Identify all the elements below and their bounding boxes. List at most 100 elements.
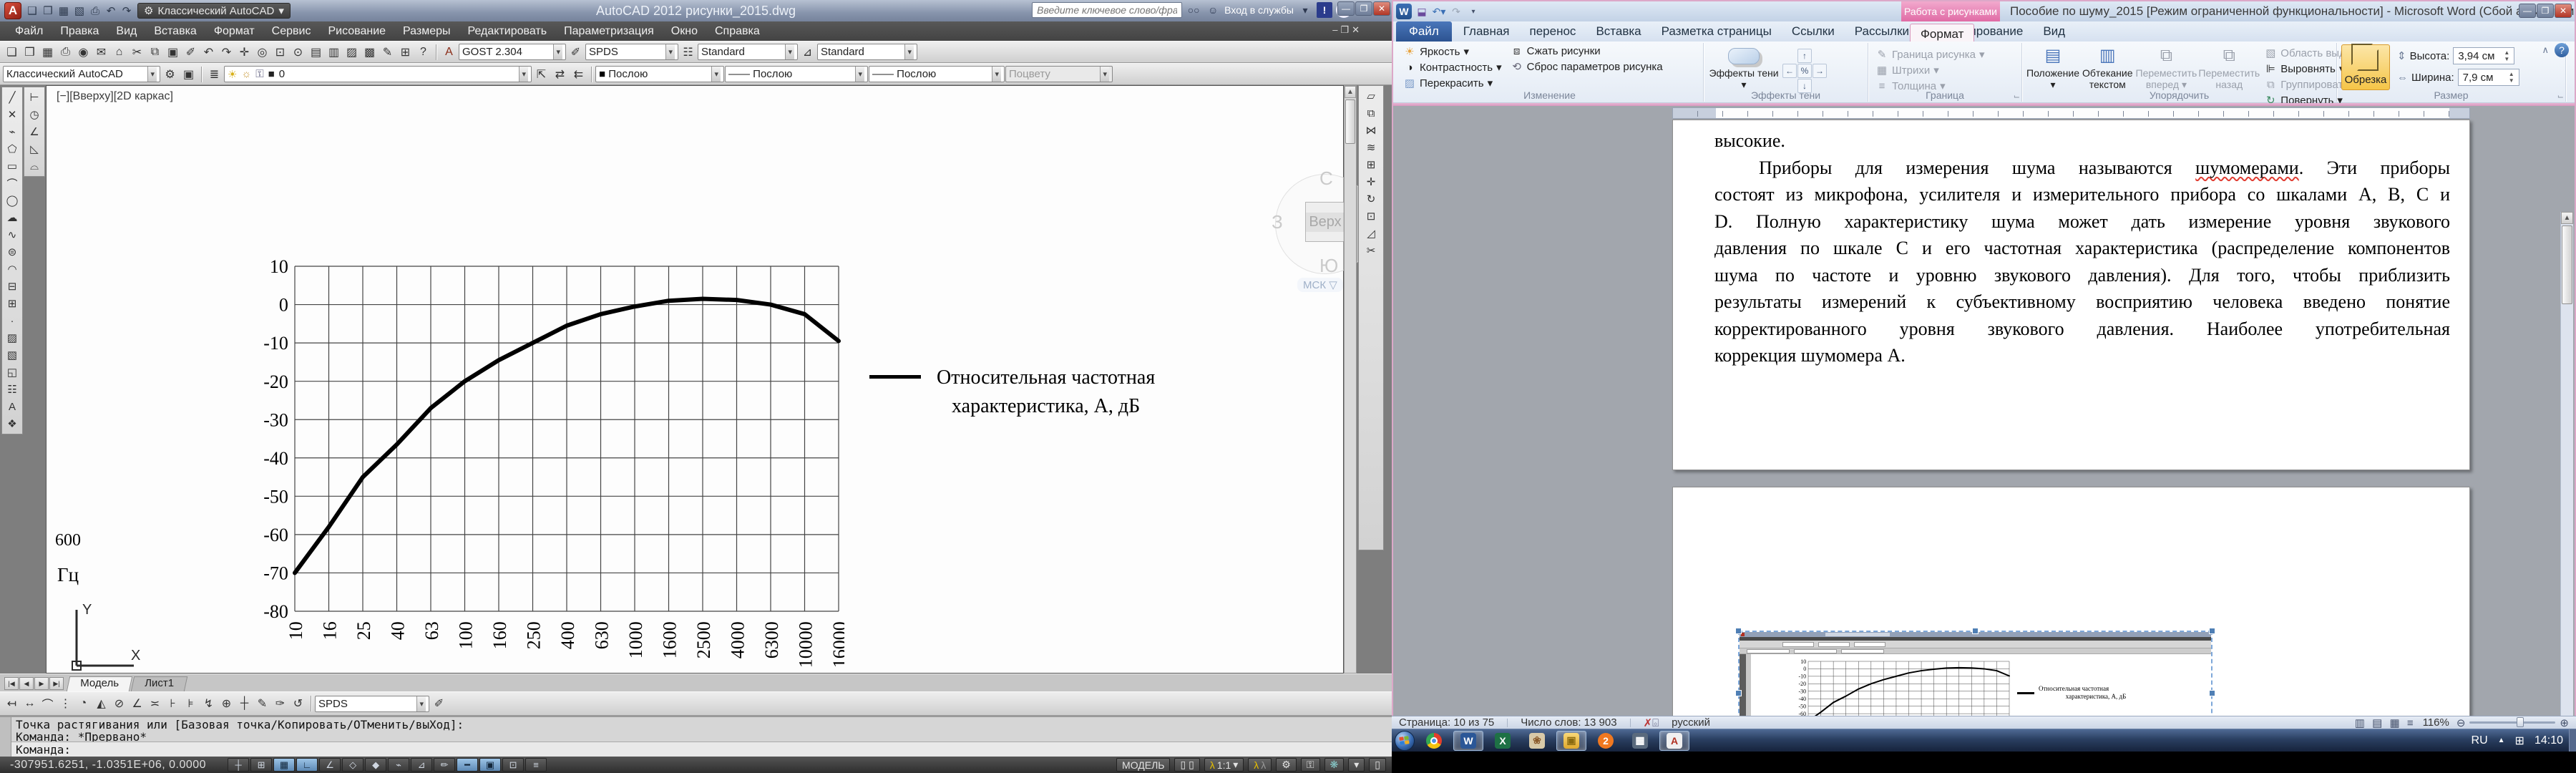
dim-style-combo[interactable]: Standard▾ xyxy=(698,44,798,60)
menu-modify[interactable]: Редактировать xyxy=(460,24,555,39)
taskbar-paint[interactable]: ❀ xyxy=(1522,731,1552,751)
new-icon[interactable]: ❑ xyxy=(24,3,40,19)
table-style-icon[interactable]: ☷ xyxy=(679,43,697,61)
otrack-icon[interactable]: ⌁ xyxy=(388,758,409,772)
color-combo[interactable]: ■ Послою▾ xyxy=(595,66,724,82)
ortho-icon[interactable]: ∟ xyxy=(296,758,318,772)
workspace-switcher[interactable]: ⚙ Классический AutoCAD ▾ xyxy=(137,3,291,19)
make-layer-current-icon[interactable]: ⇱ xyxy=(532,65,550,83)
selection-handle[interactable] xyxy=(2209,628,2215,634)
taskbar-2gis[interactable]: 2 xyxy=(1591,731,1621,751)
construction-line-icon[interactable]: ✕ xyxy=(3,106,21,123)
layer-states-icon[interactable]: ⇇ xyxy=(570,65,587,83)
taskbar-autocad[interactable]: A xyxy=(1659,731,1689,751)
tool-palettes-icon[interactable]: ▨ xyxy=(343,43,361,61)
dim-quick-icon[interactable]: ≍ xyxy=(146,695,164,713)
paste-icon[interactable]: ▣ xyxy=(164,43,182,61)
brightness-button[interactable]: ☀Яркость▾ xyxy=(1400,44,1505,59)
chevron-down-icon[interactable]: ▾ xyxy=(1297,2,1313,18)
text-style-combo[interactable]: GOST 2.304▾ xyxy=(459,44,566,60)
dim-aligned-icon[interactable]: ↔ xyxy=(21,695,39,713)
circle-icon[interactable]: ◯ xyxy=(3,192,21,209)
dim-continue-icon[interactable]: ⊧ xyxy=(182,695,200,713)
revision-cloud-icon[interactable]: ☁ xyxy=(3,209,21,226)
undo-icon[interactable]: ↶ xyxy=(200,43,218,61)
layer-previous-icon[interactable]: ⇄ xyxy=(551,65,569,83)
rotate-icon[interactable]: ↻ xyxy=(1362,190,1380,208)
copy-icon[interactable]: ⧉ xyxy=(1362,104,1380,122)
status-tray-arrow[interactable]: ▾ xyxy=(1348,758,1365,772)
mirror-icon[interactable]: ⋈ xyxy=(1362,122,1380,139)
arc-icon[interactable]: ⌒ xyxy=(3,175,21,192)
start-button[interactable] xyxy=(1395,731,1415,751)
layer-combo[interactable]: ☀ ☼ ⚿ ■ 0 ▾ xyxy=(224,66,532,82)
taskbar-word[interactable]: W xyxy=(1453,731,1483,751)
ellipse-arc-icon[interactable]: ◠ xyxy=(3,261,21,278)
polygon-icon[interactable]: ⬠ xyxy=(3,140,21,157)
infer-icon[interactable]: ┼ xyxy=(228,758,249,772)
nudge-up-icon[interactable]: ↑ xyxy=(1797,49,1812,63)
word-scrollbar-thumb[interactable] xyxy=(2562,225,2572,304)
redo-button[interactable]: ↷ xyxy=(1449,4,1463,19)
zoom-out-icon[interactable]: ⊖ xyxy=(2457,716,2466,729)
undo-icon[interactable]: ↶ xyxy=(103,3,119,19)
array-icon[interactable]: ⊞ xyxy=(1362,156,1380,173)
divide-icon[interactable]: ❖ xyxy=(3,415,21,432)
zoom-level[interactable]: 116% xyxy=(2423,716,2449,729)
tab-references[interactable]: Ссылки xyxy=(1782,21,1845,42)
model-button[interactable]: МОДЕЛЬ xyxy=(1116,758,1170,772)
dim-ordinate-icon[interactable]: ⋮ xyxy=(57,695,74,713)
word-app-icon[interactable]: W xyxy=(1396,4,1412,19)
region-icon[interactable]: ◱ xyxy=(3,364,21,381)
zoom-slider-thumb[interactable] xyxy=(2517,717,2524,727)
save-icon[interactable]: ▦ xyxy=(39,43,57,61)
text-wrap-button[interactable]: ▥Обтекание текстом xyxy=(2082,44,2133,90)
viewcube-south[interactable]: Ю xyxy=(1319,255,1338,277)
osnap-icon[interactable]: ◇ xyxy=(342,758,364,772)
dim-angular-icon[interactable]: ∠ xyxy=(128,695,146,713)
signin-button[interactable]: Вход в службы xyxy=(1224,4,1294,16)
taskbar-chrome[interactable] xyxy=(1419,731,1449,751)
help-search-input[interactable] xyxy=(1032,2,1182,18)
document-paragraph[interactable]: высокие.Приборы для измерения шума назыв… xyxy=(1714,127,2450,369)
dim-tolerance-icon[interactable]: ⊕ xyxy=(218,695,235,713)
close-button[interactable]: ✕ xyxy=(1373,1,1390,16)
open-icon[interactable]: ❒ xyxy=(21,43,39,61)
ducs-icon[interactable]: ⊿ xyxy=(411,758,432,772)
menu-tools[interactable]: Сервис xyxy=(264,24,319,39)
text-style-icon[interactable]: A xyxy=(440,43,458,61)
etransmit-icon[interactable]: ⌂ xyxy=(110,43,128,61)
save-as-icon[interactable]: ▧ xyxy=(72,3,87,19)
zoom-previous-icon[interactable]: ⊙ xyxy=(289,43,307,61)
move-icon[interactable]: ✛ xyxy=(1362,173,1380,190)
dim-radius-icon[interactable]: ◔ xyxy=(74,695,92,713)
viewcube-north[interactable]: С xyxy=(1319,167,1333,190)
size-dialog-launcher[interactable]: ⌙ xyxy=(2557,92,2564,101)
dim-diameter-icon[interactable]: ⊘ xyxy=(110,695,128,713)
viewcube-wcs-menu[interactable]: МСК ▽ xyxy=(1297,278,1343,292)
menu-file[interactable]: Файл xyxy=(7,24,51,39)
view-buttons[interactable]: ▥ ▤ ▦ ≡ xyxy=(2355,716,2416,729)
save-icon[interactable]: ▦ xyxy=(56,3,72,19)
spin-up-icon[interactable]: ▲ xyxy=(2509,71,2514,77)
multiline-text-icon[interactable]: A xyxy=(3,398,21,415)
menu-view[interactable]: Вид xyxy=(108,24,145,39)
layout-quickview-icons[interactable]: ▯ ▯ xyxy=(1174,758,1199,772)
plot-icon[interactable]: ⎙ xyxy=(57,43,74,61)
document-page-1[interactable]: высокие.Приборы для измерения шума назыв… xyxy=(1672,120,2470,470)
hatch-icon[interactable]: ▨ xyxy=(3,329,21,346)
tab-file[interactable]: Файл xyxy=(1396,21,1452,42)
dim-edit-icon[interactable]: ✎ xyxy=(253,695,271,713)
spin-down-icon[interactable]: ▼ xyxy=(2504,56,2509,62)
tray-language[interactable]: RU xyxy=(2472,734,2488,747)
word-close-button[interactable]: ✕ xyxy=(2555,4,2572,18)
selection-handle[interactable] xyxy=(2209,690,2215,696)
stretch-icon[interactable]: ◿ xyxy=(1362,225,1380,242)
selection-handle[interactable] xyxy=(1972,628,1979,634)
tab-view[interactable]: Вид xyxy=(2033,21,2075,42)
selection-handle[interactable] xyxy=(1735,690,1742,696)
polar-icon[interactable]: ∠ xyxy=(319,758,341,772)
tab-perenos[interactable]: перенос xyxy=(1520,21,1586,42)
tab-home[interactable]: Главная xyxy=(1453,21,1520,42)
open-icon[interactable]: ❒ xyxy=(40,3,56,19)
